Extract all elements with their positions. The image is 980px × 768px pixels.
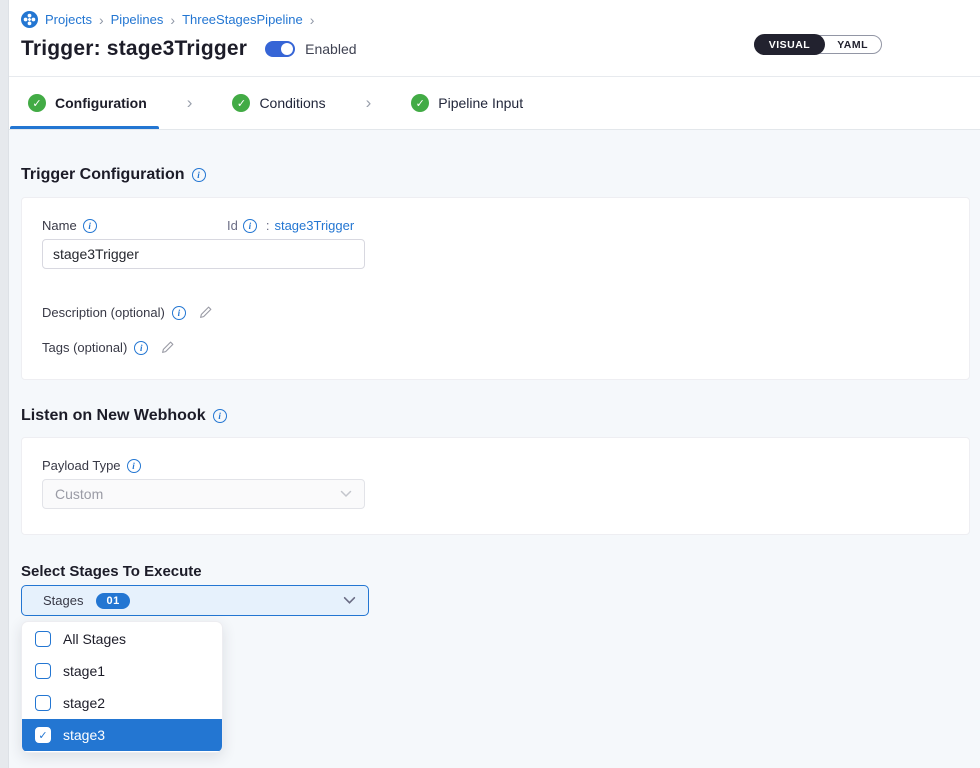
description-field: Description (optional) [42,305,949,320]
webhook-card: Payload Type Custom [21,437,970,535]
tags-field: Tags (optional) [42,340,949,359]
info-icon[interactable] [127,459,141,473]
name-label-group: Name [42,218,227,233]
enabled-toggle[interactable] [265,41,295,57]
checkbox-unchecked[interactable] [35,695,51,711]
edit-description-icon[interactable] [198,305,213,320]
option-label: stage1 [63,663,105,679]
visual-yaml-toggle: VISUAL YAML [754,35,882,54]
enabled-label: Enabled [305,41,356,57]
checkbox-checked[interactable] [35,727,51,743]
check-circle-icon [28,94,46,112]
trigger-configuration-heading: Trigger Configuration [21,166,970,184]
chevron-right-icon [187,93,193,113]
name-label-text: Name [42,218,77,233]
section-title: Select Stages To Execute [21,563,202,580]
option-label: All Stages [63,631,126,647]
page-title: Trigger: stage3Trigger [21,37,247,61]
payload-type-label: Payload Type [42,458,949,473]
visual-tab[interactable]: VISUAL [754,34,826,55]
stages-multiselect[interactable]: Stages 01 [21,585,369,616]
info-icon[interactable] [172,306,186,320]
info-icon[interactable] [192,168,206,182]
chevron-right-icon [310,13,315,27]
tab-pipeline-input[interactable]: Pipeline Input [411,77,523,129]
payload-type-label-text: Payload Type [42,458,121,473]
option-stage3[interactable]: stage3 [22,719,222,751]
check-circle-icon [232,94,250,112]
tab-conditions[interactable]: Conditions [232,77,325,129]
description-label: Description (optional) [42,305,165,320]
checkbox-unchecked[interactable] [35,663,51,679]
edit-tags-icon[interactable] [160,340,175,355]
tags-label: Tags (optional) [42,340,127,355]
info-icon[interactable] [83,219,97,233]
name-label: Name [42,218,227,233]
yaml-tab[interactable]: YAML [824,35,881,54]
webhook-heading: Listen on New Webhook [21,407,970,425]
wizard-tabbar: Configuration Conditions Pipeline Input [0,77,980,130]
checkbox-unchecked[interactable] [35,631,51,647]
id-colon: : [266,218,270,233]
collapsed-sidebar-edge [0,0,9,768]
option-stage1[interactable]: stage1 [22,655,222,687]
info-icon[interactable] [213,409,227,423]
stages-heading: Select Stages To Execute [21,563,970,580]
stages-select-label: Stages [43,593,83,608]
section-title: Listen on New Webhook [21,407,206,425]
trigger-configuration-card: Name Id : stage3Trigger Description (opt… [21,197,970,380]
chevron-right-icon [170,13,175,27]
chevron-down-icon [343,596,356,605]
selected-count-badge: 01 [96,593,129,609]
chevron-right-icon [99,13,104,27]
tab-configuration[interactable]: Configuration [28,77,147,129]
section-title: Trigger Configuration [21,166,185,184]
breadcrumb-pipeline-name[interactable]: ThreeStagesPipeline [182,12,303,27]
option-label: stage2 [63,695,105,711]
option-stage2[interactable]: stage2 [22,687,222,719]
info-icon[interactable] [243,219,257,233]
id-label: Id [227,218,238,233]
trigger-id-value[interactable]: stage3Trigger [274,218,354,233]
breadcrumb-projects[interactable]: Projects [45,12,92,27]
id-group: Id : stage3Trigger [227,218,354,233]
payload-type-select[interactable]: Custom [42,479,365,509]
name-id-row: Name Id : stage3Trigger [42,218,949,233]
tab-label: Pipeline Input [438,95,523,111]
project-icon [21,11,38,28]
check-circle-icon [411,94,429,112]
tab-label: Configuration [55,95,147,111]
chevron-right-icon [366,93,372,113]
payload-type-value: Custom [55,486,103,502]
chevron-down-icon [340,490,352,498]
option-all-stages[interactable]: All Stages [22,623,222,655]
breadcrumb: Projects Pipelines ThreeStagesPipeline [21,11,960,28]
page-header: Projects Pipelines ThreeStagesPipeline T… [0,0,980,77]
breadcrumb-pipelines[interactable]: Pipelines [111,12,164,27]
info-icon[interactable] [134,341,148,355]
tab-label: Conditions [259,95,325,111]
stages-dropdown-menu: All Stages stage1 stage2 stage3 [21,621,223,753]
option-label: stage3 [63,727,105,743]
name-input[interactable] [42,239,365,269]
main-content: Trigger Configuration Name Id : stage3Tr… [0,166,980,753]
